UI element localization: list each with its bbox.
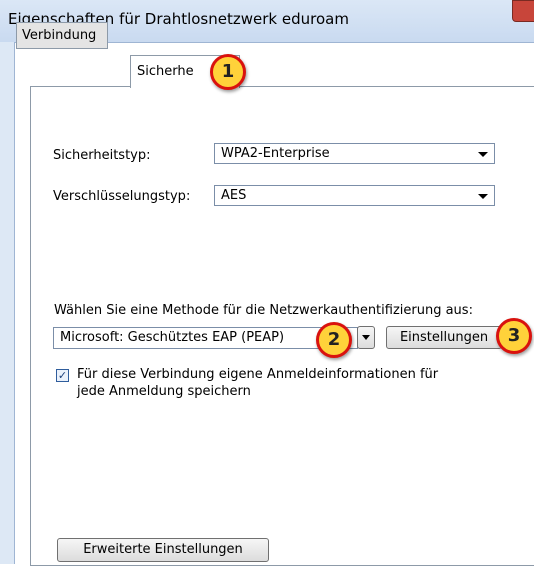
annotation-badge-1: 1 [210, 54, 246, 90]
chevron-down-icon [478, 194, 488, 199]
auth-method-dropdown-button[interactable] [357, 326, 375, 349]
settings-button[interactable]: Einstellungen [386, 326, 502, 349]
tab-verbindung[interactable]: Verbindung [16, 22, 108, 49]
remember-credentials-line2: jede Anmeldung speichern [77, 384, 251, 399]
encryption-type-select[interactable]: AES [214, 185, 495, 206]
advanced-settings-button-label: Erweiterte Einstellungen [83, 542, 243, 557]
advanced-settings-button[interactable]: Erweiterte Einstellungen [57, 538, 269, 562]
security-type-select[interactable]: WPA2-Enterprise [214, 143, 495, 164]
tab-sicherheit-label: Sicherhe [137, 64, 194, 79]
security-type-label: Sicherheitstyp: [53, 148, 151, 163]
tab-verbindung-label: Verbindung [22, 28, 97, 43]
auth-method-prompt: Wählen Sie eine Methode für die Netzwerk… [54, 303, 473, 318]
encryption-type-label: Verschlüsselungstyp: [53, 189, 191, 204]
auth-method-select[interactable]: Microsoft: Geschütztes EAP (PEAP) [53, 327, 358, 349]
chevron-down-icon [478, 152, 488, 157]
security-type-value: WPA2-Enterprise [221, 146, 330, 161]
chevron-down-icon [362, 335, 370, 340]
settings-button-label: Einstellungen [399, 330, 489, 345]
auth-method-value: Microsoft: Geschütztes EAP (PEAP) [60, 330, 285, 345]
annotation-badge-2: 2 [316, 322, 352, 358]
remember-credentials-checkbox[interactable]: ✓ [56, 369, 69, 382]
remember-credentials-line1: Für diese Verbindung eigene Anmeldeinfor… [77, 367, 439, 382]
window-frame [0, 42, 15, 564]
annotation-badge-3: 3 [496, 318, 532, 354]
encryption-type-value: AES [221, 188, 247, 203]
close-button[interactable] [512, 0, 534, 22]
